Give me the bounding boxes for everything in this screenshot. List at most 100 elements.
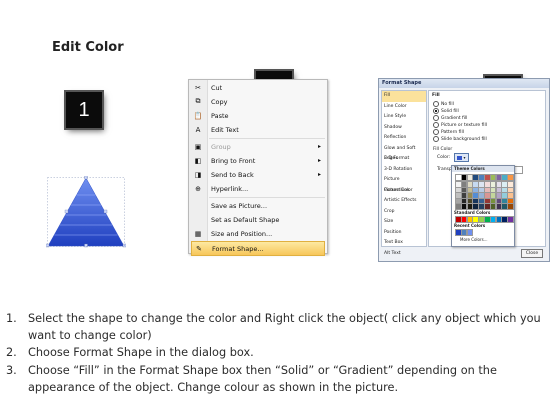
dialog-title: Format Shape (379, 79, 549, 88)
menu-item-hyperlink[interactable]: ⊕ Hyperlink... (191, 182, 325, 195)
nav-item-glow-and-soft-edges[interactable]: Glow and Soft Edges (382, 144, 426, 162)
menu-item-label: Format Shape... (212, 244, 264, 253)
menu-item-size-and-position[interactable]: ▦ Size and Position... (191, 227, 325, 240)
fill-option-label: Slide background fill (441, 136, 487, 142)
format-shape-icon: ✎ (196, 244, 202, 253)
send-to-back-icon: ◨ (194, 170, 202, 179)
menu-item-label: Hyperlink... (211, 184, 249, 193)
scissors-icon: ✂ (195, 83, 201, 92)
fill-option-gradient-fill[interactable]: Gradient fill (433, 115, 467, 121)
menu-item-copy[interactable]: ⧉ Copy (191, 95, 325, 108)
nav-item-artistic-effects[interactable]: Artistic Effects (382, 196, 426, 207)
menu-separator (209, 197, 325, 198)
nav-item-shadow[interactable]: Shadow (382, 123, 426, 134)
instruction-text: Choose Format Shape in the dialog box. (28, 346, 254, 360)
recent-colors-heading: Recent Colors (454, 223, 486, 228)
paste-icon: 📋 (193, 111, 203, 120)
paint-bucket-icon (457, 155, 463, 160)
nav-item-size[interactable]: Size (382, 217, 426, 228)
edit-text-icon: A (195, 125, 201, 134)
color-swatch[interactable] (466, 229, 474, 236)
color-palette-popup: Theme Colors Standard Colors Recent Colo… (451, 165, 515, 247)
menu-item-label: Size and Position... (211, 229, 273, 238)
fill-option-solid-fill[interactable]: Solid fill (433, 108, 459, 114)
menu-item-label: Bring to Front (211, 156, 256, 165)
fill-option-label: Pattern fill (441, 129, 464, 135)
radio-icon (433, 136, 439, 142)
nav-item-alt-text[interactable]: Alt Text (382, 249, 426, 260)
menu-item-save-as-picture[interactable]: Save as Picture... (191, 199, 325, 212)
nav-item-picture-color[interactable]: Picture Color (382, 186, 426, 197)
fill-option-picture-or-texture-fill[interactable]: Picture or texture fill (433, 122, 487, 128)
theme-colors-heading: Theme Colors (452, 166, 514, 172)
color-swatch[interactable] (507, 216, 514, 223)
size-position-icon: ▦ (194, 229, 202, 238)
nav-item-crop[interactable]: Crop (382, 207, 426, 218)
instruction-item: 2. Choose Format Shape in the dialog box. (6, 344, 554, 361)
format-shape-dialog: Format Shape Fill Line Color Line Style Sha… (378, 78, 550, 262)
menu-item-label: Group (211, 142, 231, 151)
menu-item-send-to-back[interactable]: ◨ Send to Back ▸ (191, 168, 325, 181)
instructions-list: 1. Select the shape to change the color a… (6, 310, 554, 396)
step-badge-1: 1 (66, 92, 102, 128)
submenu-arrow-icon: ▸ (317, 143, 321, 150)
nav-item-3-d-rotation[interactable]: 3-D Rotation (382, 165, 426, 176)
menu-item-edit-text[interactable]: A Edit Text (191, 123, 325, 136)
color-label: Color: (437, 155, 451, 160)
close-button[interactable]: Close (521, 249, 543, 258)
menu-item-label: Save as Picture... (211, 201, 268, 210)
standard-colors-heading: Standard Colors (454, 210, 491, 215)
nav-item-reflection[interactable]: Reflection (382, 133, 426, 144)
nav-item-fill[interactable]: Fill (382, 91, 426, 102)
menu-item-set-as-default-shape[interactable]: Set as Default Shape (191, 213, 325, 226)
menu-item-label: Set as Default Shape (211, 215, 280, 224)
radio-icon (433, 129, 439, 135)
color-swatch[interactable] (507, 203, 514, 210)
color-swatch[interactable] (507, 174, 514, 181)
fill-option-label: No fill (441, 101, 454, 107)
submenu-arrow-icon: ▸ (317, 157, 321, 164)
menu-separator (209, 138, 325, 139)
fill-color-heading: Fill Color (433, 147, 453, 152)
menu-item-label: Edit Text (211, 125, 239, 134)
pyramid-shape[interactable] (46, 176, 126, 248)
menu-item-label: Send to Back (211, 170, 254, 179)
nav-item-line-style[interactable]: Line Style (382, 112, 426, 123)
context-menu: ✂ Cut ⧉ Copy 📋 Paste A Edit Text ▣ Group ▸ ◧ Bring t… (188, 79, 328, 256)
nav-item-text-box[interactable]: Text Box (382, 238, 426, 249)
fill-option-pattern-fill[interactable]: Pattern fill (433, 129, 464, 135)
radio-icon (433, 115, 439, 121)
menu-item-cut[interactable]: ✂ Cut (191, 81, 325, 94)
hyperlink-icon: ⊕ (195, 184, 201, 193)
dialog-nav-list: Fill Line Color Line Style Shadow Reflection… (381, 90, 427, 256)
fill-option-slide-background-fill[interactable]: Slide background fill (433, 136, 487, 142)
instruction-text: Choose “Fill” in the Format Shape box th… (28, 363, 497, 394)
nav-item-line-color[interactable]: Line Color (382, 102, 426, 113)
group-icon: ▣ (194, 142, 202, 151)
menu-item-label: Cut (211, 83, 223, 92)
nav-item-picture-corrections[interactable]: Picture Corrections (382, 175, 426, 193)
submenu-arrow-icon: ▸ (317, 171, 321, 178)
fill-heading: Fill (432, 93, 440, 98)
menu-item-label: Copy (211, 97, 228, 106)
radio-icon (433, 122, 439, 128)
menu-item-paste[interactable]: 📋 Paste (191, 109, 325, 122)
radio-icon (433, 108, 439, 114)
menu-item-bring-to-front[interactable]: ◧ Bring to Front ▸ (191, 154, 325, 167)
instruction-item: 1. Select the shape to change the color a… (6, 310, 554, 344)
instruction-text: Select the shape to change the color and… (28, 312, 541, 343)
fill-option-label: Solid fill (441, 108, 459, 114)
more-colors-item[interactable]: More Colors... (460, 237, 488, 242)
color-picker-button[interactable]: ▾ (454, 153, 469, 162)
nav-item-3-d-format[interactable]: 3-D Format (382, 154, 426, 165)
copy-icon: ⧉ (195, 97, 201, 105)
fill-option-no-fill[interactable]: No fill (433, 101, 454, 107)
menu-item-group[interactable]: ▣ Group ▸ (191, 140, 325, 153)
nav-item-position[interactable]: Position (382, 228, 426, 239)
fill-option-label: Picture or texture fill (441, 122, 487, 128)
radio-icon (433, 101, 439, 107)
menu-item-label: Paste (211, 111, 229, 120)
chevron-down-icon: ▾ (463, 155, 466, 160)
menu-item-format-shape[interactable]: ✎ Format Shape... (191, 241, 325, 256)
fill-option-label: Gradient fill (441, 115, 468, 121)
